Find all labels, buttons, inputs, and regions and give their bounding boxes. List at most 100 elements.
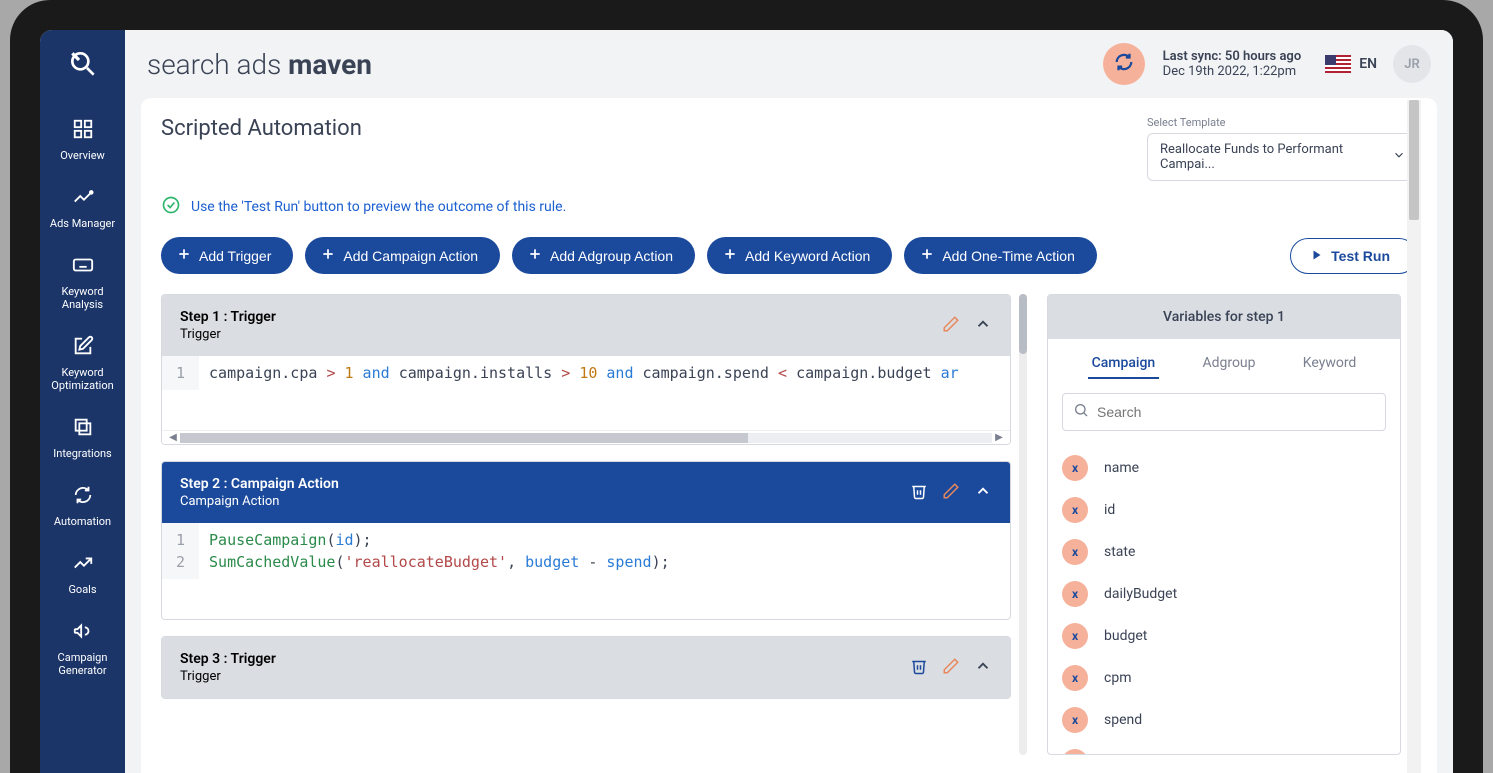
device-frame: Overview Ads Manager Keyword Analysis Ke…	[10, 0, 1483, 773]
play-icon	[1311, 248, 1323, 264]
scrollbar-thumb[interactable]	[1019, 294, 1027, 354]
megaphone-icon	[72, 620, 94, 645]
var-item[interactable]: xcpa	[1062, 741, 1386, 754]
button-label: Add One-Time Action	[942, 248, 1075, 264]
var-name: dailyBudget	[1104, 586, 1177, 602]
brand: search ads maven	[147, 48, 372, 81]
step-1-body: 1 campaign.cpa > 1 and campaign.installs…	[162, 356, 1010, 444]
var-item[interactable]: xname	[1062, 447, 1386, 489]
trash-icon[interactable]	[910, 482, 928, 504]
sidebar-item-keyword-analysis[interactable]: Keyword Analysis	[40, 244, 125, 325]
button-label: Add Adgroup Action	[550, 248, 673, 264]
grid-icon	[72, 118, 94, 143]
sidebar-item-label: Ads Manager	[50, 217, 115, 230]
sidebar: Overview Ads Manager Keyword Analysis Ke…	[40, 30, 125, 773]
template-wrapper: Select Template Reallocate Funds to Perf…	[1147, 116, 1417, 181]
step-3: Step 3 : Trigger Trigger	[161, 636, 1011, 699]
var-chip: x	[1062, 581, 1088, 607]
button-label: Add Campaign Action	[343, 248, 478, 264]
template-value: Reallocate Funds to Performant Campai...	[1160, 142, 1380, 172]
add-onetime-action-button[interactable]: Add One-Time Action	[904, 237, 1097, 274]
var-name: state	[1104, 544, 1135, 560]
test-run-button[interactable]: Test Run	[1290, 238, 1417, 274]
gutter: 12	[162, 523, 199, 579]
steps-scrollbar[interactable]	[1019, 294, 1027, 755]
flag-icon[interactable]	[1325, 55, 1351, 73]
pencil-icon[interactable]	[942, 657, 960, 679]
window-scrollbar[interactable]	[1407, 100, 1421, 773]
sidebar-item-campaign-generator[interactable]: Campaign Generator	[40, 610, 125, 691]
tab-adgroup[interactable]: Adgroup	[1198, 349, 1259, 379]
var-item[interactable]: x dailyBudget	[1062, 573, 1386, 615]
plus-icon	[528, 247, 542, 264]
var-item[interactable]: xid	[1062, 489, 1386, 531]
var-chip: x	[1062, 455, 1088, 481]
topbar: search ads maven Last sync: 50 hours ago…	[125, 30, 1453, 98]
sidebar-item-ads-manager[interactable]: Ads Manager	[40, 176, 125, 244]
scroll-right-icon[interactable]: ▶	[992, 432, 1006, 443]
var-item[interactable]: xstate	[1062, 531, 1386, 573]
sync-line2: Dec 19th 2022, 1:22pm	[1163, 64, 1302, 79]
vars-list: xname xid xstate xdailyBudget xbudget xc…	[1048, 447, 1400, 754]
sidebar-item-overview[interactable]: Overview	[40, 108, 125, 176]
add-trigger-button[interactable]: Add Trigger	[161, 237, 293, 274]
var-chip: x	[1062, 665, 1088, 691]
vars-search[interactable]	[1062, 393, 1386, 431]
var-item[interactable]: xcpm	[1062, 657, 1386, 699]
vars-header: Variables for step 1	[1048, 295, 1400, 339]
horizontal-scrollbar[interactable]: ◀ ▶	[162, 430, 1010, 444]
check-circle-icon	[161, 195, 181, 219]
add-campaign-action-button[interactable]: Add Campaign Action	[305, 237, 500, 274]
plus-icon	[177, 247, 191, 264]
add-keyword-action-button[interactable]: Add Keyword Action	[707, 237, 892, 274]
search-input[interactable]	[1097, 404, 1375, 420]
scroll-thumb[interactable]	[180, 433, 748, 443]
step-subtitle: Trigger	[180, 327, 942, 342]
chevron-up-icon[interactable]	[974, 315, 992, 337]
brand-bold: maven	[288, 48, 372, 81]
sidebar-item-keyword-optimization[interactable]: Keyword Optimization	[40, 325, 125, 406]
scroll-left-icon[interactable]: ◀	[166, 432, 180, 443]
workspace: Step 1 : Trigger Trigger	[161, 294, 1417, 755]
action-row: Add Trigger Add Campaign Action Add Adgr…	[161, 237, 1417, 274]
chevron-up-icon[interactable]	[974, 657, 992, 679]
tab-keyword[interactable]: Keyword	[1299, 349, 1361, 379]
step-1-header[interactable]: Step 1 : Trigger Trigger	[162, 295, 1010, 356]
code-editor-1[interactable]: 1 campaign.cpa > 1 and campaign.installs…	[162, 356, 1010, 390]
var-item[interactable]: xspend	[1062, 699, 1386, 741]
pencil-icon[interactable]	[942, 315, 960, 337]
step-3-header[interactable]: Step 3 : Trigger Trigger	[162, 637, 1010, 698]
sidebar-item-goals[interactable]: Goals	[40, 542, 125, 610]
trash-icon[interactable]	[910, 657, 928, 679]
sidebar-item-automation[interactable]: Automation	[40, 474, 125, 542]
language-selector[interactable]: EN	[1359, 56, 1377, 72]
template-select[interactable]: Reallocate Funds to Performant Campai...	[1147, 133, 1417, 181]
sidebar-item-label: Automation	[54, 515, 111, 528]
avatar[interactable]: JR	[1393, 45, 1431, 83]
tab-campaign[interactable]: Campaign	[1088, 349, 1160, 379]
screen: Overview Ads Manager Keyword Analysis Ke…	[40, 30, 1453, 773]
var-chip: x	[1062, 623, 1088, 649]
sync-button[interactable]	[1103, 43, 1145, 85]
code-editor-2[interactable]: 12 PauseCampaign(id);SumCachedValue('rea…	[162, 523, 1010, 579]
sidebar-item-integrations[interactable]: Integrations	[40, 406, 125, 474]
pencil-icon[interactable]	[942, 482, 960, 504]
content: Scripted Automation Select Template Real…	[141, 98, 1437, 773]
code-line: campaign.cpa > 1 and campaign.installs >…	[199, 356, 1010, 390]
add-adgroup-action-button[interactable]: Add Adgroup Action	[512, 237, 695, 274]
step-1: Step 1 : Trigger Trigger	[161, 294, 1011, 445]
var-item[interactable]: xbudget	[1062, 615, 1386, 657]
scrollbar-thumb[interactable]	[1409, 100, 1419, 220]
sync-icon	[1113, 51, 1135, 77]
vars-tabs: Campaign Adgroup Keyword	[1048, 339, 1400, 389]
var-name: cpm	[1104, 670, 1131, 686]
plus-icon	[920, 247, 934, 264]
chevron-up-icon[interactable]	[974, 482, 992, 504]
var-name: id	[1104, 502, 1115, 518]
step-title: Step 3 : Trigger	[180, 651, 910, 667]
template-label: Select Template	[1147, 116, 1417, 129]
step-subtitle: Campaign Action	[180, 494, 910, 509]
scroll-track[interactable]	[180, 433, 992, 443]
step-2-header[interactable]: Step 2 : Campaign Action Campaign Action	[162, 462, 1010, 523]
sidebar-item-label: Overview	[60, 149, 105, 162]
